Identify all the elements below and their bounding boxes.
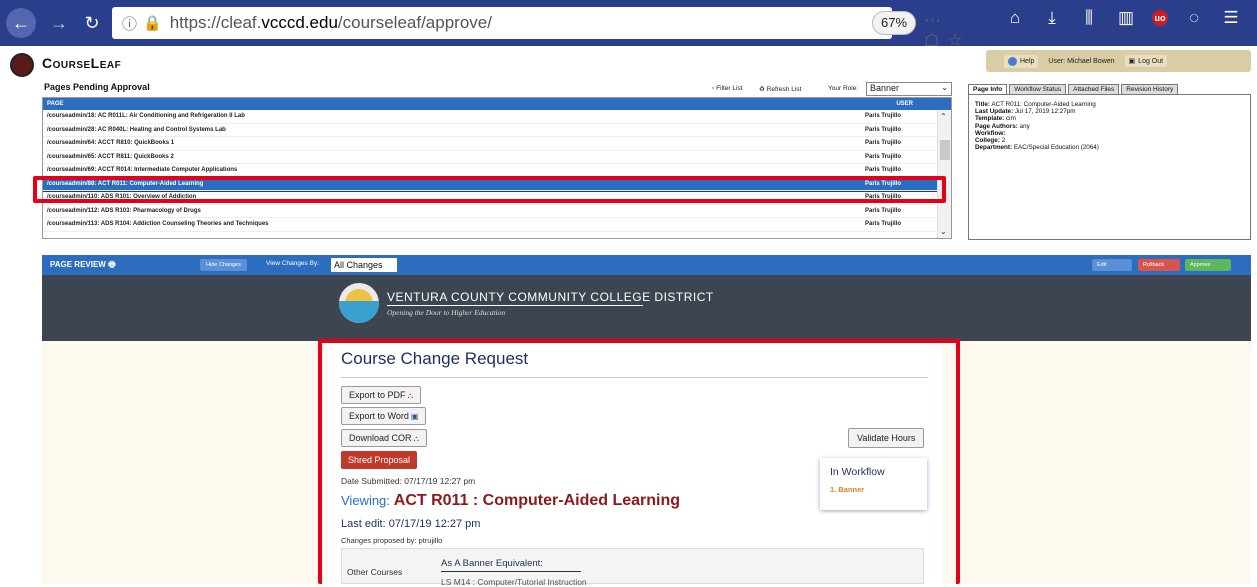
col-user: USER (896, 101, 913, 107)
scroll-thumb[interactable] (940, 140, 950, 160)
list-row[interactable]: /courseadmin/112: ADS R103: Pharmacology… (43, 205, 939, 218)
logout-icon: ▣ (1128, 58, 1136, 65)
zoom-indicator[interactable]: 67% (872, 11, 917, 35)
chevron-down-icon: ⌄ (941, 83, 948, 92)
hide-changes-button[interactable]: Hide Changes (200, 259, 247, 271)
edit-button[interactable]: Edit (1092, 259, 1132, 271)
help-icon (1008, 56, 1017, 66)
page-info-panel: Title: ACT R011: Computer-Aided Learning… (968, 94, 1251, 240)
back-button[interactable]: ← (6, 8, 36, 38)
rollback-button[interactable]: Rollback (1138, 259, 1180, 271)
page-review-title: PAGE REVIEW 🖶 (50, 260, 116, 269)
forward-button[interactable]: → (48, 8, 70, 38)
scroll-down-icon[interactable]: ⌄ (940, 227, 947, 236)
chat-icon[interactable]: ◌ (1183, 8, 1205, 28)
courseleaf-logo (10, 53, 34, 77)
list-row[interactable]: /courseadmin/18: AC R011L: Air Condition… (43, 110, 939, 124)
print-icon[interactable]: 🖶 (108, 260, 116, 269)
library-icon[interactable]: ⫼ (1078, 8, 1100, 28)
home-icon[interactable]: ⌂ (1004, 8, 1026, 28)
district-name: VENTURA COUNTY COMMUNITY COLLEGE DISTRIC… (387, 290, 714, 304)
list-header: PAGE USER (43, 98, 951, 110)
ublock-icon[interactable]: uo (1152, 10, 1168, 26)
download-icon[interactable]: ⤓ (1041, 8, 1063, 28)
url-prefix: https://cleaf. (169, 13, 262, 32)
list-row[interactable]: /courseadmin/65: ACCT R811: QuickBooks 2… (43, 151, 939, 164)
site-info-icon[interactable]: ⓘ (122, 13, 137, 34)
user-label: User: Michael Bowen (1048, 57, 1115, 65)
district-tagline: Opening the Door to Higher Education (387, 308, 506, 317)
url-bar[interactable]: ⓘ 🔒 https://cleaf. vcccd.edu/courseleaf/a… (112, 7, 962, 50)
app-name: CourseLeaf (42, 55, 122, 71)
browser-tool-icons: ⌂ ⤓ ⫼ ▥ uo ◌ ☰ W ≡ (1004, 8, 1257, 28)
list-row[interactable]: /courseadmin/113: ADS R104: Addiction Co… (43, 218, 939, 232)
pending-title: Pages Pending Approval (44, 82, 150, 92)
view-changes-select[interactable]: All Changes (331, 258, 397, 272)
logout-button[interactable]: ▣ Log Out (1124, 55, 1168, 67)
highlight-box (33, 176, 946, 203)
lock-icon: 🔒 (143, 15, 162, 32)
approve-button[interactable]: Approve (1185, 259, 1231, 271)
list-row[interactable]: /courseadmin/28: AC R040L: Heating and C… (43, 124, 939, 137)
role-label: Your Role: (828, 85, 859, 92)
pending-list: PAGE USER /courseadmin/18: AC R011L: Air… (42, 97, 952, 239)
district-banner: VENTURA COUNTY COMMUNITY COLLEGE DISTRIC… (42, 275, 1251, 341)
refresh-list-button[interactable]: ♻ Refresh List (759, 85, 801, 93)
user-bar: Help User: Michael Bowen ▣ Log Out (986, 50, 1251, 72)
browser-toolbar: ← → ↻ ⓘ 🔒 https://cleaf. vcccd.edu/course… (0, 0, 1257, 50)
reload-button[interactable]: ↻ (80, 8, 104, 38)
filter-list-button[interactable]: ▫ Filter List (712, 85, 743, 92)
view-changes-label: View Changes By: (266, 260, 319, 267)
url-path: /courseleaf/approve/ (337, 13, 492, 32)
sidebar-icon[interactable]: ▥ (1115, 8, 1137, 28)
page-review-bar: PAGE REVIEW 🖶 Hide Changes View Changes … (42, 255, 1251, 275)
list-icon[interactable]: ☰ (1220, 8, 1242, 28)
list-scrollbar[interactable]: ⌃ ⌄ (937, 110, 951, 238)
highlight-box (318, 339, 960, 584)
page-actions-icons[interactable]: ⋯☖☆ (924, 11, 970, 51)
role-select[interactable]: Banner ⌄ (866, 82, 952, 96)
url-host: vcccd.edu (261, 13, 338, 32)
district-logo (339, 283, 379, 323)
help-button[interactable]: Help (1004, 54, 1039, 68)
col-page: PAGE (47, 101, 64, 107)
scroll-up-icon[interactable]: ⌃ (940, 112, 947, 121)
list-row[interactable]: /courseadmin/64: ACCT R810: QuickBooks 1… (43, 137, 939, 151)
